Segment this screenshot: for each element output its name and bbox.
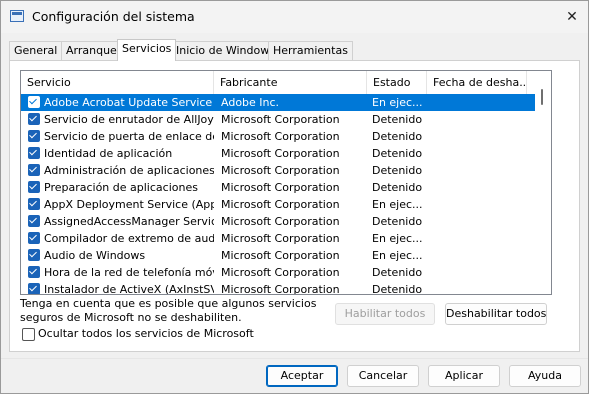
footer-divider <box>1 358 588 359</box>
service-status: Detenido <box>372 147 423 160</box>
service-checkbox[interactable] <box>28 147 40 159</box>
close-button[interactable]: ✕ <box>555 3 589 31</box>
services-list[interactable]: Servicio Fabricante Estado Fecha de desh… <box>20 70 552 295</box>
service-manufacturer: Microsoft Corporation <box>221 249 340 262</box>
service-status: Detenido <box>372 164 423 177</box>
service-manufacturer: Adobe Inc. <box>221 96 280 109</box>
service-checkbox[interactable] <box>28 215 40 227</box>
service-manufacturer: Microsoft Corporation <box>221 164 340 177</box>
service-name: Servicio de enrutador de AllJoyn <box>44 113 214 126</box>
service-manufacturer: Microsoft Corporation <box>221 215 340 228</box>
service-checkbox[interactable] <box>28 181 40 193</box>
service-checkbox[interactable] <box>28 232 40 244</box>
msconfig-icon <box>10 10 24 22</box>
vertical-scrollbar[interactable] <box>535 71 551 294</box>
service-status: En ejec... <box>372 96 423 109</box>
service-status: Detenido <box>372 283 423 295</box>
scrollbar-thumb[interactable] <box>541 89 543 105</box>
service-name: AssignedAccessManager Service <box>44 215 214 228</box>
service-row[interactable]: Audio de Windows Microsoft Corporation En … <box>21 247 535 264</box>
service-name: Servicio de puerta de enlace de ... <box>44 130 214 143</box>
service-checkbox[interactable] <box>28 113 40 125</box>
list-header: Servicio Fabricante Estado Fecha de desh… <box>21 71 535 95</box>
service-row[interactable]: Administración de aplicaciones Microsoft … <box>21 162 535 179</box>
hide-microsoft-services-checkbox[interactable] <box>22 328 35 341</box>
title-bar: Configuración del sistema ✕ <box>1 1 588 33</box>
window-title: Configuración del sistema <box>32 9 195 24</box>
service-row[interactable]: Hora de la red de telefonía móvil Microso… <box>21 264 535 281</box>
service-row[interactable]: Adobe Acrobat Update Service Adobe Inc. En… <box>21 94 535 111</box>
service-checkbox[interactable] <box>28 96 40 108</box>
service-manufacturer: Microsoft Corporation <box>221 266 340 279</box>
service-name: Hora de la red de telefonía móvil <box>44 266 214 279</box>
service-checkbox[interactable] <box>28 198 40 210</box>
service-name: Audio de Windows <box>44 249 146 262</box>
service-status: Detenido <box>372 215 423 228</box>
service-manufacturer: Microsoft Corporation <box>221 198 340 211</box>
service-status: En ejec... <box>372 198 423 211</box>
service-checkbox[interactable] <box>28 249 40 261</box>
service-row[interactable]: AppX Deployment Service (AppX... Microsof… <box>21 196 535 213</box>
service-status: Detenido <box>372 130 423 143</box>
disable-all-button[interactable]: Deshabilitar todos <box>445 303 547 325</box>
tab-servicios[interactable]: Servicios <box>117 39 177 61</box>
tab-herramientas[interactable]: Herramientas <box>268 41 353 60</box>
service-name: Preparación de aplicaciones <box>44 181 198 194</box>
service-row[interactable]: Identidad de aplicación Microsoft Corpora… <box>21 145 535 162</box>
column-header-servicio[interactable]: Servicio <box>21 71 214 94</box>
help-button[interactable]: Ayuda <box>509 365 581 387</box>
service-row[interactable]: AssignedAccessManager Service Microsoft C… <box>21 213 535 230</box>
service-manufacturer: Microsoft Corporation <box>221 113 340 126</box>
service-checkbox[interactable] <box>28 164 40 176</box>
tab-general[interactable]: General <box>9 41 63 60</box>
note-text: Tenga en cuenta que es posible que algun… <box>20 297 317 324</box>
service-name: Adobe Acrobat Update Service <box>44 96 213 109</box>
service-status: En ejec... <box>372 232 423 245</box>
service-row[interactable]: Compilador de extremo de audio... Microso… <box>21 230 535 247</box>
column-header-estado[interactable]: Estado <box>367 71 427 94</box>
service-row[interactable]: Servicio de puerta de enlace de ... Micro… <box>21 128 535 145</box>
tab-arranque[interactable]: Arranque <box>61 41 122 60</box>
service-row[interactable]: Preparación de aplicaciones Microsoft Cor… <box>21 179 535 196</box>
service-manufacturer: Microsoft Corporation <box>221 283 340 295</box>
service-checkbox[interactable] <box>28 130 40 142</box>
service-manufacturer: Microsoft Corporation <box>221 147 340 160</box>
service-manufacturer: Microsoft Corporation <box>221 181 340 194</box>
service-name: AppX Deployment Service (AppX... <box>44 198 214 211</box>
ok-button[interactable]: Aceptar <box>266 365 338 387</box>
service-row[interactable]: Instalador de ActiveX (AxInstSV) Microsof… <box>21 281 535 295</box>
tab-inicio-de-windows[interactable]: Inicio de Windows <box>171 41 280 60</box>
service-status: Detenido <box>372 181 423 194</box>
service-manufacturer: Microsoft Corporation <box>221 232 340 245</box>
service-status: Detenido <box>372 113 423 126</box>
service-row[interactable]: Servicio de enrutador de AllJoyn Microsof… <box>21 111 535 128</box>
cancel-button[interactable]: Cancelar <box>347 365 419 387</box>
hide-microsoft-services-label: Ocultar todos los servicios de Microsoft <box>38 327 254 340</box>
service-status: En ejec... <box>372 249 423 262</box>
service-name: Compilador de extremo de audio... <box>44 232 214 245</box>
system-configuration-window: Configuración del sistema ✕ General Arra… <box>0 0 589 394</box>
service-status: Detenido <box>372 266 423 279</box>
service-name: Administración de aplicaciones <box>44 164 214 177</box>
service-manufacturer: Microsoft Corporation <box>221 130 340 143</box>
service-checkbox[interactable] <box>28 266 40 278</box>
service-name: Instalador de ActiveX (AxInstSV) <box>44 283 214 295</box>
column-header-fabricante[interactable]: Fabricante <box>214 71 367 94</box>
service-rows: Adobe Acrobat Update Service Adobe Inc. En… <box>21 94 535 295</box>
column-header-fecha[interactable]: Fecha de desha... <box>427 71 527 94</box>
service-name: Identidad de aplicación <box>44 147 173 160</box>
enable-all-button[interactable]: Habilitar todos <box>335 303 435 325</box>
apply-button[interactable]: Aplicar <box>428 365 500 387</box>
service-checkbox[interactable] <box>28 283 40 294</box>
